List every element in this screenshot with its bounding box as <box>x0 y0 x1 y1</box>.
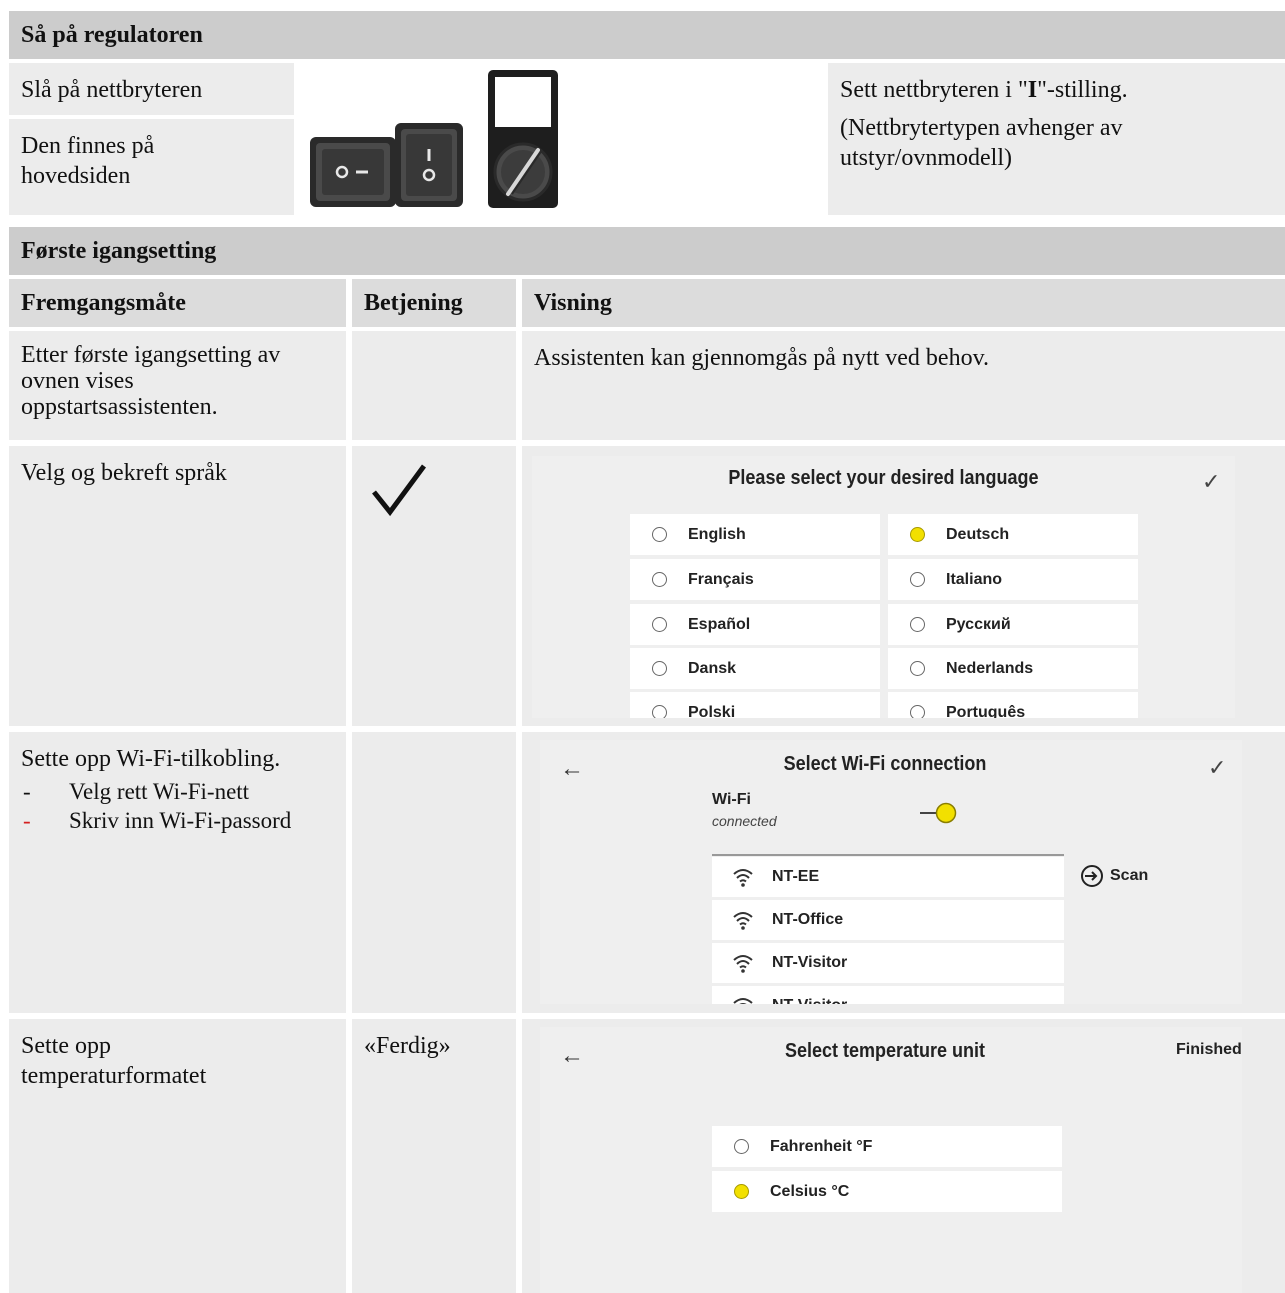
language-option-dansk[interactable]: Dansk <box>630 648 880 689</box>
screen-title: Select temperature unit <box>784 1040 986 1062</box>
wifi-signal-icon <box>733 998 753 1004</box>
language-option-english[interactable]: English <box>630 514 880 555</box>
language-option-espanol[interactable]: Español <box>630 604 880 645</box>
wifi-network-item[interactable]: NT-Visitor <box>712 943 1064 983</box>
procedure-language: Velg og bekreft språk <box>9 446 346 726</box>
display-intro: Assistenten kan gjennomgås på nytt ved b… <box>522 331 1285 440</box>
wifi-network-item[interactable]: NT-Office <box>712 900 1064 940</box>
power-switch-images <box>298 63 822 215</box>
screen-title: Select Wi-Fi connection <box>783 753 987 775</box>
display-wifi: ← Select Wi-Fi connection ✓ Wi-Fi connec… <box>522 732 1285 1013</box>
radio-icon <box>910 705 925 718</box>
procedure-wifi: Sette opp Wi-Fi-tilkobling. - Velg rett … <box>9 732 346 1013</box>
radio-icon <box>910 572 925 587</box>
controller-knob-icon <box>488 70 558 208</box>
finished-button[interactable]: Finished <box>1176 1040 1242 1060</box>
wifi-network-item[interactable]: NT-Visitor <box>712 986 1064 1004</box>
temp-option-fahrenheit[interactable]: Fahrenheit °F <box>712 1126 1062 1167</box>
radio-icon <box>652 527 667 542</box>
power-switch-location: Den finnes på hovedsiden <box>9 119 294 215</box>
operation-temperature: «Ferdig» <box>352 1019 516 1293</box>
language-option-portugues[interactable]: Português <box>888 692 1138 718</box>
display-temperature: ← Select temperature unit Finished Fahre… <box>522 1019 1285 1293</box>
scan-icon <box>1081 865 1103 887</box>
rocker-switch-vertical-icon <box>395 123 463 207</box>
language-option-deutsch[interactable]: Deutsch <box>888 514 1138 555</box>
radio-icon <box>652 617 667 632</box>
section-header-first-startup: Første igangsetting <box>9 227 1285 275</box>
wifi-list-divider <box>712 854 1064 856</box>
scan-button[interactable]: Scan <box>1080 864 1148 888</box>
wifi-signal-icon <box>733 955 753 973</box>
language-option-russian[interactable]: Русский <box>888 604 1138 645</box>
wifi-signal-icon <box>733 912 753 930</box>
radio-selected-icon <box>910 527 925 542</box>
wifi-signal-icon <box>733 869 753 887</box>
wifi-status: connected <box>712 813 777 829</box>
language-option-nederlands[interactable]: Nederlands <box>888 648 1138 689</box>
confirm-check-icon[interactable]: ✓ <box>1208 754 1226 782</box>
radio-icon <box>652 661 667 676</box>
wifi-step-password: - Skriv inn Wi-Fi-passord <box>23 807 292 833</box>
language-selection-screen: Please select your desired language ✓ En… <box>532 456 1235 718</box>
temperature-unit-screen: ← Select temperature unit Finished Fahre… <box>540 1027 1242 1293</box>
power-switch-description: Sett nettbryteren i "I"-stilling. (Nettb… <box>828 63 1285 215</box>
display-language: Please select your desired language ✓ En… <box>522 446 1285 726</box>
column-header-procedure: Fremgangsmåte <box>9 279 346 327</box>
radio-icon <box>910 661 925 676</box>
power-switch-position-text: Sett nettbryteren i "I"-stilling. <box>840 77 1128 103</box>
radio-selected-icon <box>734 1184 749 1199</box>
radio-icon <box>734 1139 749 1154</box>
power-switch-type-note: (Nettbrytertypen avhenger av utstyr/ovnm… <box>840 115 1123 171</box>
section-title: Første igangsetting <box>21 237 217 264</box>
wifi-step-select: - Velg rett Wi-Fi-nett <box>23 779 250 804</box>
column-header-operation: Betjening <box>352 279 516 327</box>
temp-option-celsius[interactable]: Celsius °C <box>712 1171 1062 1212</box>
screen-title: Please select your desired language <box>728 467 1039 489</box>
language-option-francais[interactable]: Français <box>630 559 880 600</box>
procedure-intro: Etter første igangsetting av ovnen vises… <box>9 331 346 440</box>
column-header-display: Visning <box>522 279 1285 327</box>
language-option-italiano[interactable]: Italiano <box>888 559 1138 600</box>
checkmark-icon <box>372 464 427 517</box>
language-option-polski[interactable]: Polski <box>630 692 880 718</box>
procedure-temperature: Sette opp temperaturformatet <box>9 1019 346 1293</box>
wifi-selection-screen: ← Select Wi-Fi connection ✓ Wi-Fi connec… <box>540 740 1242 1004</box>
operation-intro <box>352 331 516 440</box>
confirm-check-icon[interactable]: ✓ <box>1202 468 1220 496</box>
wifi-toggle-icon[interactable] <box>920 800 960 826</box>
radio-icon <box>652 572 667 587</box>
wifi-network-item[interactable]: NT-EE <box>712 857 1064 897</box>
operation-language <box>352 446 516 726</box>
radio-icon <box>910 617 925 632</box>
radio-icon <box>652 705 667 718</box>
section-title: Så på regulatoren <box>21 21 203 48</box>
power-switch-instruction: Slå på nettbryteren <box>9 63 294 115</box>
section-header-power: Så på regulatoren <box>9 11 1285 59</box>
wifi-label: Wi-Fi <box>712 791 751 808</box>
rocker-switch-horizontal-icon <box>310 137 396 207</box>
operation-wifi <box>352 732 516 1013</box>
